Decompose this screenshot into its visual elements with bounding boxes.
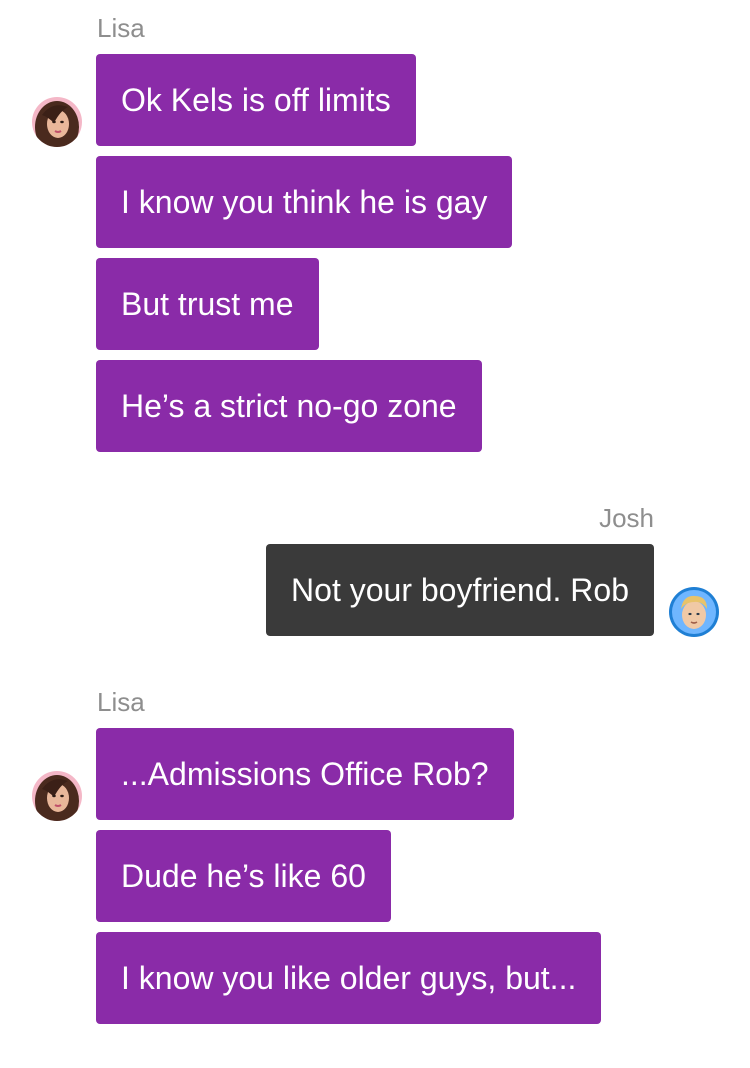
lisa-avatar-icon[interactable]: [32, 97, 82, 147]
sender-name-lisa: Lisa: [97, 13, 145, 43]
message-bubble[interactable]: Dude he’s like 60: [96, 830, 391, 922]
message-text: Not your boyfriend. Rob: [291, 571, 629, 608]
message-bubble[interactable]: He’s a strict no-go zone: [96, 360, 482, 452]
message-bubble[interactable]: Ok Kels is off limits: [96, 54, 416, 146]
josh-avatar-icon[interactable]: [669, 587, 719, 637]
sender-name-lisa: Lisa: [97, 687, 145, 717]
message-bubble[interactable]: I know you like older guys, but...: [96, 932, 602, 1024]
message-text: But trust me: [121, 285, 294, 322]
lisa-avatar-icon[interactable]: [32, 771, 82, 821]
message-text: I know you like older guys, but...: [121, 959, 577, 996]
message-text: He’s a strict no-go zone: [121, 387, 457, 424]
message-text: Dude he’s like 60: [121, 857, 366, 894]
message-text: I know you think he is gay: [121, 183, 488, 220]
message-text: Ok Kels is off limits: [121, 81, 391, 118]
message-text: ...Admissions Office Rob?: [121, 755, 489, 792]
sender-name-josh: Josh: [599, 503, 654, 533]
message-bubble[interactable]: ...Admissions Office Rob?: [96, 728, 514, 820]
message-bubble[interactable]: Not your boyfriend. Rob: [266, 544, 654, 636]
message-bubble[interactable]: But trust me: [96, 258, 319, 350]
message-bubble[interactable]: I know you think he is gay: [96, 156, 513, 248]
